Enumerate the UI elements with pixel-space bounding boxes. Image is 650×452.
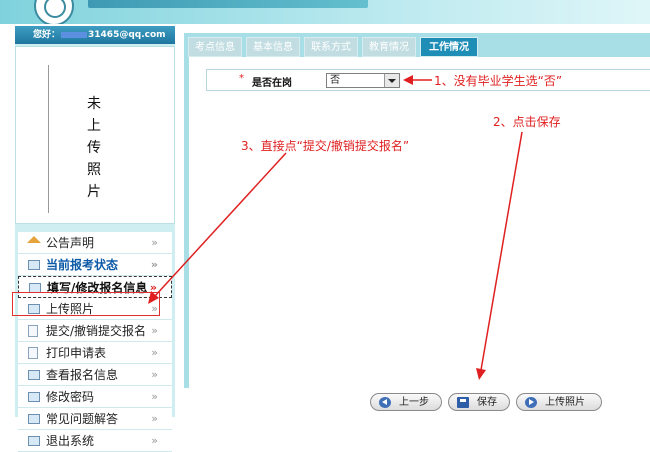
menu-item-label: 退出系统 — [46, 434, 95, 448]
tab-contact[interactable]: 联系方式 — [304, 37, 358, 57]
house-icon — [27, 236, 41, 243]
save-button[interactable]: 保存 — [448, 393, 510, 411]
window-icon — [28, 392, 40, 402]
menu-item-label: 公告声明 — [46, 236, 95, 250]
menu-item-change-password[interactable]: 修改密码 » — [18, 386, 172, 408]
menu-item-label: 打印申请表 — [46, 346, 107, 360]
menu-item-announcements[interactable]: 公告声明 » — [18, 232, 172, 254]
chevron-right-icon: » — [151, 236, 158, 249]
top-banner — [0, 0, 650, 24]
window-icon — [28, 436, 40, 446]
bottom-button-bar: 上一步 保存 上传照片 — [184, 388, 650, 417]
photo-placeholder-char: 片 — [87, 184, 101, 200]
menu-item-view-registration[interactable]: 查看报名信息 » — [18, 364, 172, 386]
chevron-right-icon: » — [151, 368, 158, 381]
photo-placeholder: 未 上 传 照 片 — [84, 93, 104, 203]
photo-placeholder-char: 传 — [87, 140, 101, 156]
floppy-disk-icon — [457, 397, 469, 408]
logo-icon — [34, 0, 74, 24]
annotation-note-3: 3、直接点“提交/撤销提交报名” — [241, 139, 410, 153]
arrow-right-icon — [525, 397, 537, 408]
window-icon — [28, 370, 40, 380]
photo-placeholder-char: 上 — [87, 118, 101, 134]
main-panel: 考点信息 基本信息 联系方式 教育情况 工作情况 * 是否在岗 否 — [184, 33, 650, 388]
annotation-note-1: 1、没有毕业学生选“否” — [434, 74, 563, 88]
tab-basic-info[interactable]: 基本信息 — [246, 37, 300, 57]
required-mark: * — [239, 73, 244, 84]
window-icon — [28, 414, 40, 424]
upload-photo-label: 上传照片 — [545, 397, 585, 408]
chevron-right-icon: » — [151, 346, 158, 359]
chevron-down-icon[interactable] — [384, 74, 399, 87]
document-icon — [28, 325, 38, 337]
menu-item-label: 提交/撤销提交报名 — [46, 324, 147, 338]
photo-divider — [48, 65, 49, 213]
document-icon — [28, 347, 38, 359]
chevron-right-icon: » — [150, 258, 158, 271]
chevron-right-icon: » — [151, 412, 158, 425]
user-email: 31465@qq.com — [88, 30, 166, 40]
menu-item-label: 修改密码 — [46, 390, 95, 404]
menu-item-submit-registration[interactable]: 提交/撤销提交报名 » — [18, 320, 172, 342]
menu-item-faq[interactable]: 常见问题解答 » — [18, 408, 172, 430]
arrow-left-icon — [379, 397, 391, 408]
menu-item-logout[interactable]: 退出系统 » — [18, 430, 172, 452]
photo-box: 未 上 传 照 片 — [15, 46, 175, 224]
left-panel: 您好： 31465@qq.com 未 上 传 照 片 公告声明 » 当前报考状态 … — [15, 26, 175, 452]
masked-email-block — [61, 31, 88, 38]
tab-work[interactable]: 工作情况 — [420, 37, 478, 57]
chevron-right-icon: » — [151, 324, 158, 337]
save-label: 保存 — [477, 397, 497, 408]
tab-education[interactable]: 教育情况 — [362, 37, 416, 57]
tab-exam-site[interactable]: 考点信息 — [188, 37, 242, 57]
annotation-highlight-box — [12, 292, 160, 316]
photo-placeholder-char: 未 — [87, 96, 101, 112]
chevron-right-icon: » — [151, 434, 158, 447]
form-row-employment: * 是否在岗 否 — [206, 69, 650, 91]
side-menu: 公告声明 » 当前报考状态 » 填写/修改报名信息 » 上传照片 » 提交/撤销… — [15, 232, 175, 452]
prev-step-label: 上一步 — [399, 397, 429, 408]
menu-item-current-status[interactable]: 当前报考状态 » — [18, 254, 172, 276]
tab-content: * 是否在岗 否 — [189, 57, 650, 388]
upload-photo-button[interactable]: 上传照片 — [516, 393, 602, 411]
employment-status-select[interactable]: 否 — [326, 73, 400, 88]
greeting-label: 您好： — [33, 30, 61, 40]
prev-step-button[interactable]: 上一步 — [370, 393, 442, 411]
menu-item-label: 当前报考状态 — [46, 258, 119, 272]
window-icon — [28, 260, 40, 270]
user-bar: 您好： 31465@qq.com — [15, 26, 175, 44]
field-label: 是否在岗 — [252, 78, 292, 89]
menu-item-print-form[interactable]: 打印申请表 » — [18, 342, 172, 364]
select-value: 否 — [330, 75, 340, 86]
menu-item-label: 查看报名信息 — [46, 368, 119, 382]
site-title-graphic — [88, 0, 368, 8]
photo-placeholder-char: 照 — [87, 162, 101, 178]
chevron-right-icon: » — [151, 390, 158, 403]
menu-item-label: 常见问题解答 — [46, 412, 119, 426]
annotation-note-2: 2、点击保存 — [493, 115, 561, 129]
